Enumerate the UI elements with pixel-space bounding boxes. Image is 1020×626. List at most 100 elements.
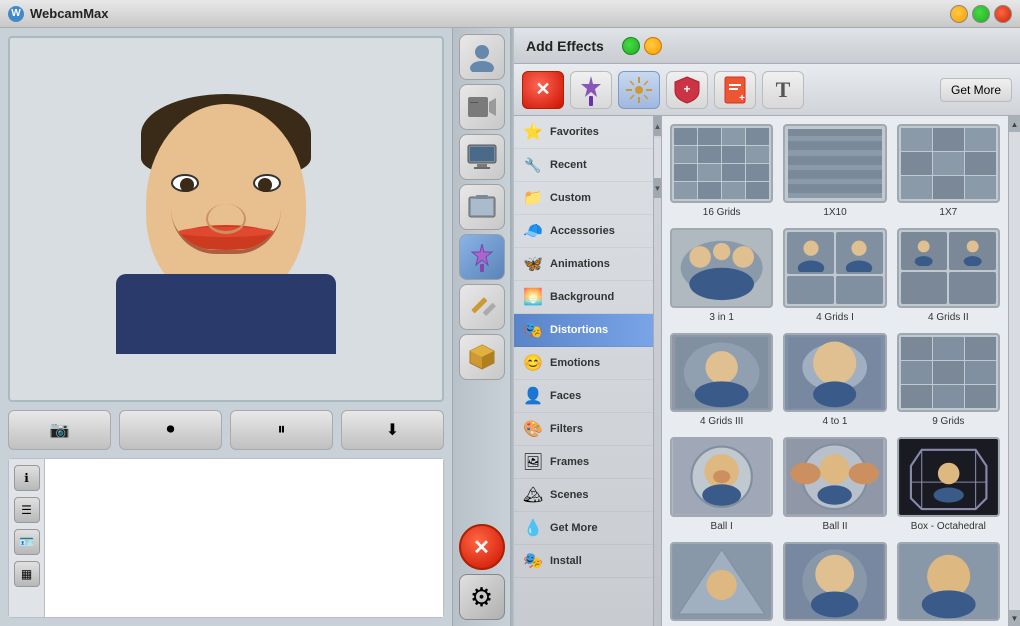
effect-4to1-thumb[interactable] — [783, 333, 886, 412]
stop-button[interactable]: ✕ — [459, 524, 505, 570]
effect-4grids1-thumb[interactable] — [783, 228, 886, 307]
effect-4grids1[interactable]: 4 Grids I — [783, 228, 886, 322]
gear-button[interactable]: ⚙ — [459, 574, 505, 620]
get-more-button[interactable]: Get More — [940, 78, 1012, 102]
category-emotions[interactable]: 😊 Emotions — [514, 347, 653, 380]
category-scenes[interactable]: 🏔 Scenes — [514, 479, 653, 512]
effect-more2[interactable] — [783, 542, 886, 625]
effect-box[interactable]: Box - Octahedral — [897, 437, 1000, 531]
right-panel: Add Effects ✕ — [514, 28, 1020, 626]
effects-grid-container: 16 Grids — [662, 116, 1008, 626]
effects-header: Add Effects — [514, 28, 1020, 64]
add-effect-button-2[interactable]: + — [714, 71, 756, 109]
filters-icon: 🎨 — [522, 418, 544, 440]
effect-16grids-label: 16 Grids — [703, 207, 741, 218]
effect-4grids2-label: 4 Grids II — [928, 312, 969, 323]
category-favorites[interactable]: ⭐ Favorites — [514, 116, 653, 149]
main-content: 📷 ⏺ ⏸ ⬇ ℹ ☰ 🪪 ▦ — [0, 28, 1020, 626]
category-recent[interactable]: 🔧 Recent — [514, 149, 653, 182]
category-distortions[interactable]: 🎭 Distortions — [514, 314, 653, 347]
info-content — [45, 459, 443, 617]
effects-grid: 16 Grids — [670, 124, 1000, 625]
effect-ball2-thumb[interactable] — [783, 437, 886, 516]
effect-9grids-thumb[interactable] — [897, 333, 1000, 412]
effect-16grids[interactable]: 16 Grids — [670, 124, 773, 218]
person-toolbar-button[interactable] — [459, 34, 505, 80]
effects-toolbar: ✕ — [514, 64, 1020, 116]
list-button[interactable]: ☰ — [14, 497, 40, 523]
controls-row: 📷 ⏺ ⏸ ⬇ — [8, 410, 444, 450]
effect-4grids3-thumb[interactable] — [670, 333, 773, 412]
category-get-more[interactable]: 💧 Get More — [514, 512, 653, 545]
pause-button[interactable]: ⏸ — [230, 410, 333, 450]
effect-4grids2-thumb[interactable] — [897, 228, 1000, 307]
effects-scrollbar[interactable]: ▲ ▼ — [1008, 116, 1020, 626]
effect-1x7[interactable]: 1X7 — [897, 124, 1000, 218]
effect-1x10[interactable]: 1X10 — [783, 124, 886, 218]
install-icon: 🎭 — [522, 550, 544, 572]
layout-button[interactable]: ▦ — [14, 561, 40, 587]
panel-yellow-button[interactable] — [644, 37, 662, 55]
category-install[interactable]: 🎭 Install — [514, 545, 653, 578]
get-more-cat-icon: 💧 — [522, 517, 544, 539]
panel-green-button[interactable] — [622, 37, 640, 55]
effect-1x10-thumb[interactable] — [783, 124, 886, 203]
info-sidebar: ℹ ☰ 🪪 ▦ — [9, 459, 45, 617]
category-scrollbar[interactable]: ▲ ▼ — [654, 116, 662, 626]
id-button[interactable]: 🪪 — [14, 529, 40, 555]
effect-ball1[interactable]: Ball I — [670, 437, 773, 531]
effect-4grids2[interactable]: 4 Grids II — [897, 228, 1000, 322]
effect-ball1-thumb[interactable] — [670, 437, 773, 516]
magic-wand-button[interactable] — [570, 71, 612, 109]
effect-more3-thumb[interactable] — [897, 542, 1000, 621]
text-effect-button[interactable]: T — [762, 71, 804, 109]
category-filters[interactable]: 🎨 Filters — [514, 413, 653, 446]
record-button[interactable]: ⏺ — [119, 410, 222, 450]
install-label: Install — [550, 555, 582, 567]
effect-4to1-label: 4 to 1 — [822, 416, 847, 427]
left-panel: 📷 ⏺ ⏸ ⬇ ℹ ☰ 🪪 ▦ — [0, 28, 510, 626]
panel-header-controls — [622, 37, 662, 55]
category-background[interactable]: 🌅 Background — [514, 281, 653, 314]
effect-box-label: Box - Octahedral — [911, 521, 986, 532]
category-animations[interactable]: 🦋 Animations — [514, 248, 653, 281]
effect-box-thumb[interactable] — [897, 437, 1000, 516]
effect-4to1[interactable]: 4 to 1 — [783, 333, 886, 427]
effect-ball2[interactable]: Ball II — [783, 437, 886, 531]
monitor-toolbar-button[interactable] — [459, 134, 505, 180]
effect-ball1-label: Ball I — [711, 521, 733, 532]
effects-sparkle-button[interactable] — [618, 71, 660, 109]
maximize-button[interactable] — [972, 5, 990, 23]
effect-4grids3[interactable]: 4 Grids III — [670, 333, 773, 427]
effect-9grids[interactable]: 9 Grids — [897, 333, 1000, 427]
info-button[interactable]: ℹ — [14, 465, 40, 491]
effect-more2-thumb[interactable] — [783, 542, 886, 621]
tools-toolbar-button[interactable] — [459, 284, 505, 330]
effect-16grids-thumb[interactable] — [670, 124, 773, 203]
delete-effect-button[interactable]: ✕ — [522, 71, 564, 109]
app-icon: W — [8, 6, 24, 22]
category-faces[interactable]: 👤 Faces — [514, 380, 653, 413]
effect-more3[interactable] — [897, 542, 1000, 625]
effect-3in1-thumb[interactable] — [670, 228, 773, 307]
camera-button[interactable]: 📷 — [8, 410, 111, 450]
category-accessories[interactable]: 🧢 Accessories — [514, 215, 653, 248]
category-sidebar: ⭐ Favorites 🔧 Recent 📁 Custom 🧢 Accessor… — [514, 116, 654, 626]
category-custom[interactable]: 📁 Custom — [514, 182, 653, 215]
box-toolbar-button[interactable] — [459, 334, 505, 380]
magic-toolbar-button[interactable] — [459, 234, 505, 280]
effect-3in1-label: 3 in 1 — [709, 312, 733, 323]
effect-more1-thumb[interactable] — [670, 542, 773, 621]
category-frames[interactable]: 🖼 Frames — [514, 446, 653, 479]
effect-more1[interactable] — [670, 542, 773, 625]
photo-toolbar-button[interactable] — [459, 184, 505, 230]
effect-1x7-thumb[interactable] — [897, 124, 1000, 203]
download-button[interactable]: ⬇ — [341, 410, 444, 450]
add-effect-button-1[interactable]: + — [666, 71, 708, 109]
video-preview — [8, 36, 444, 402]
effect-4grids1-label: 4 Grids I — [816, 312, 854, 323]
effect-3in1[interactable]: 3 in 1 — [670, 228, 773, 322]
video-toolbar-button[interactable] — [459, 84, 505, 130]
close-button[interactable] — [994, 5, 1012, 23]
minimize-button[interactable] — [950, 5, 968, 23]
